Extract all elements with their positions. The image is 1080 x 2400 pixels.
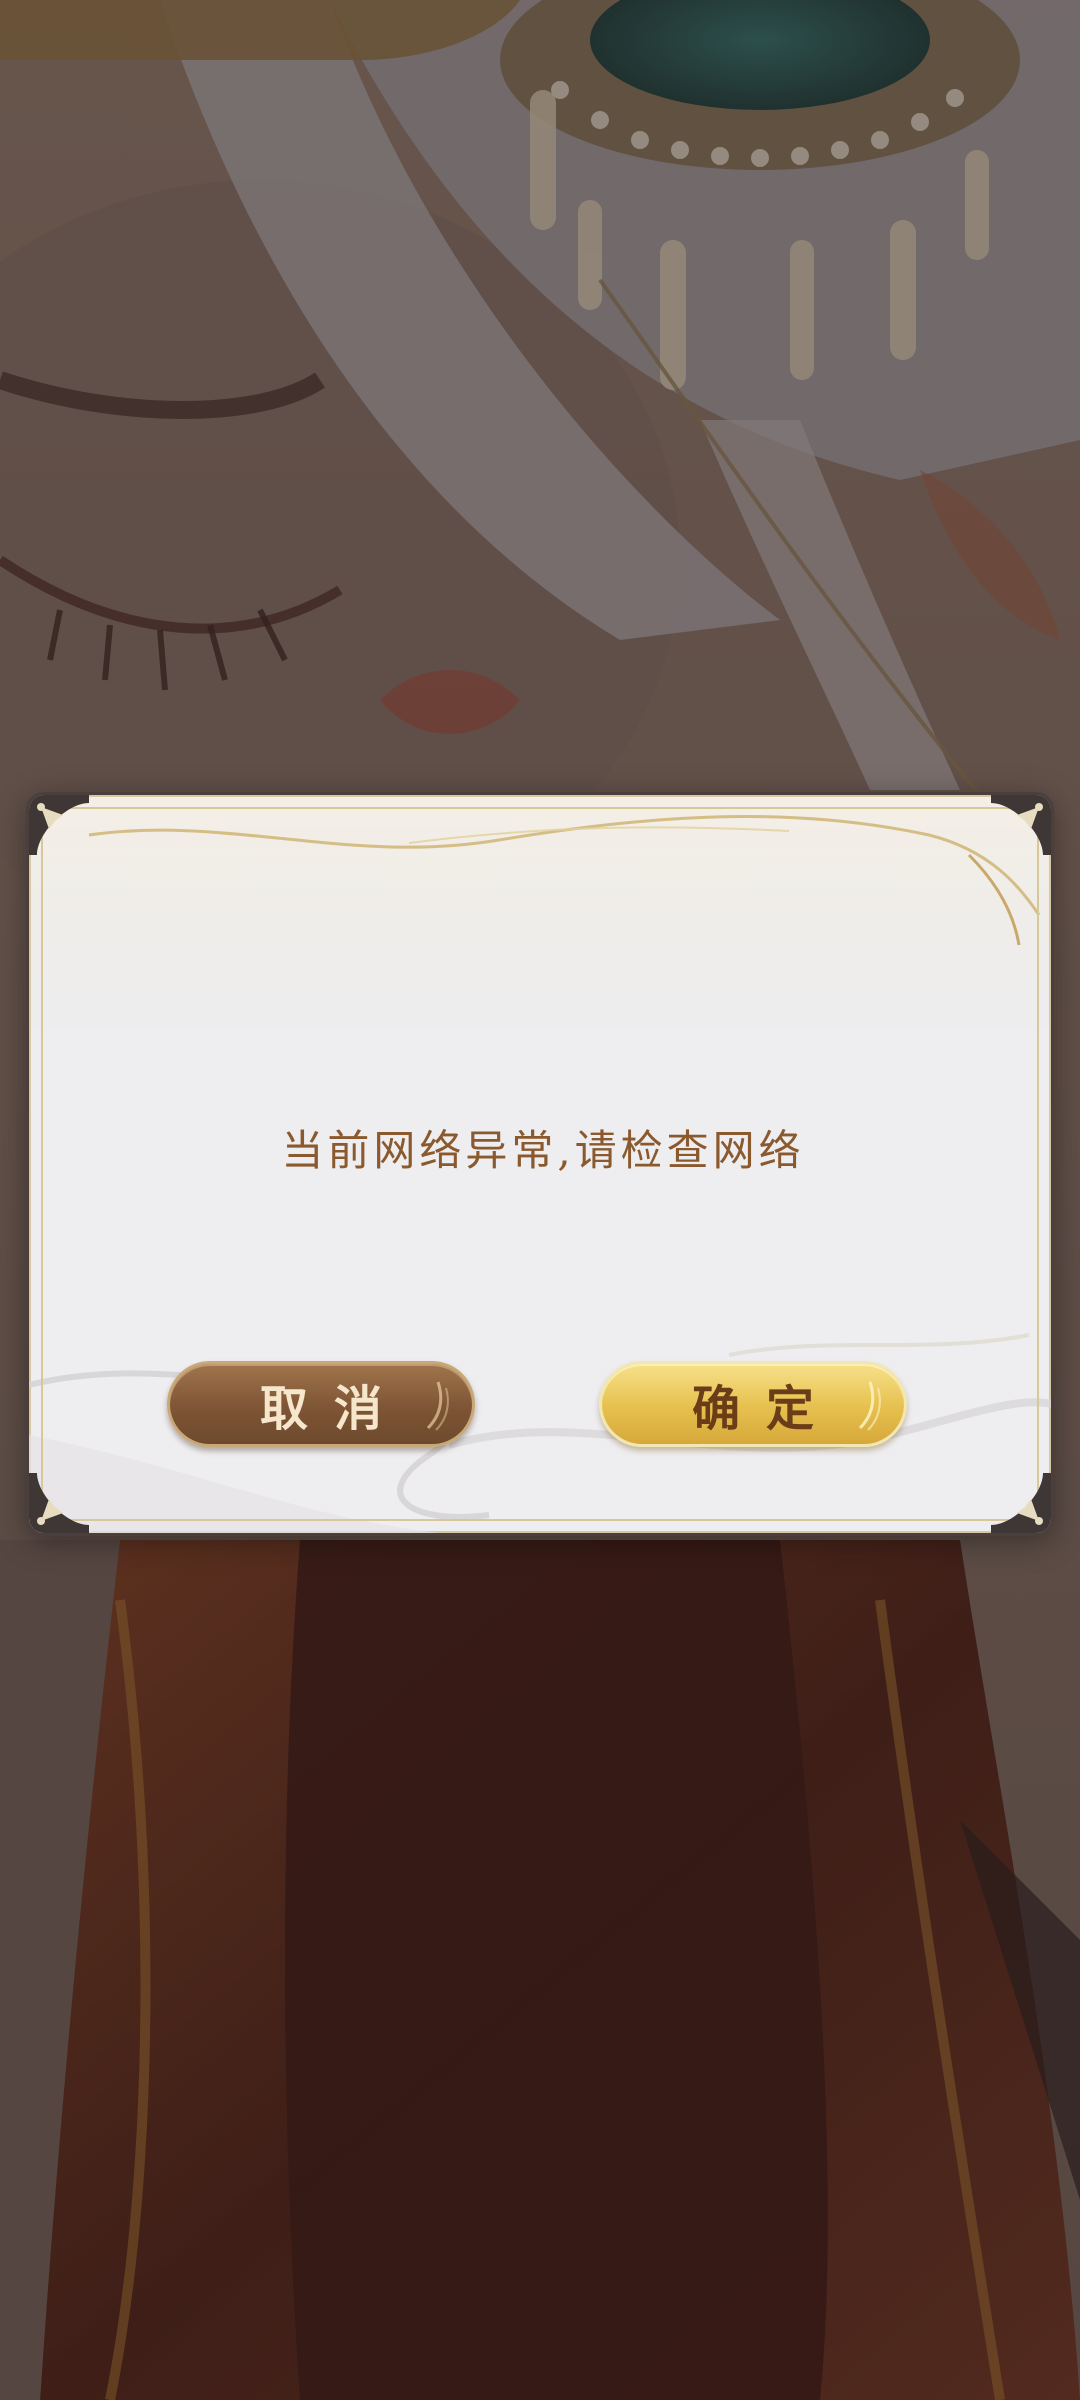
corner-ornament-icon (991, 795, 1051, 855)
corner-ornament-icon (991, 1473, 1051, 1533)
button-glint-icon (858, 1381, 881, 1431)
corner-ornament-icon (29, 1473, 89, 1533)
network-error-dialog: 当前网络异常,请检查网络 取消 确定 (26, 792, 1054, 1536)
error-message: 当前网络异常,请检查网络 (281, 1126, 805, 1175)
game-screen: 当前网络异常,请检查网络 取消 确定 (0, 0, 1080, 2400)
corner-ornament-icon (29, 795, 89, 855)
cancel-button-label: 取消 (259, 1381, 408, 1437)
confirm-button-label: 确定 (691, 1381, 840, 1437)
cancel-button[interactable]: 取消 (167, 1361, 475, 1447)
confirm-button[interactable]: 确定 (599, 1361, 907, 1447)
button-glint-icon (426, 1381, 449, 1431)
